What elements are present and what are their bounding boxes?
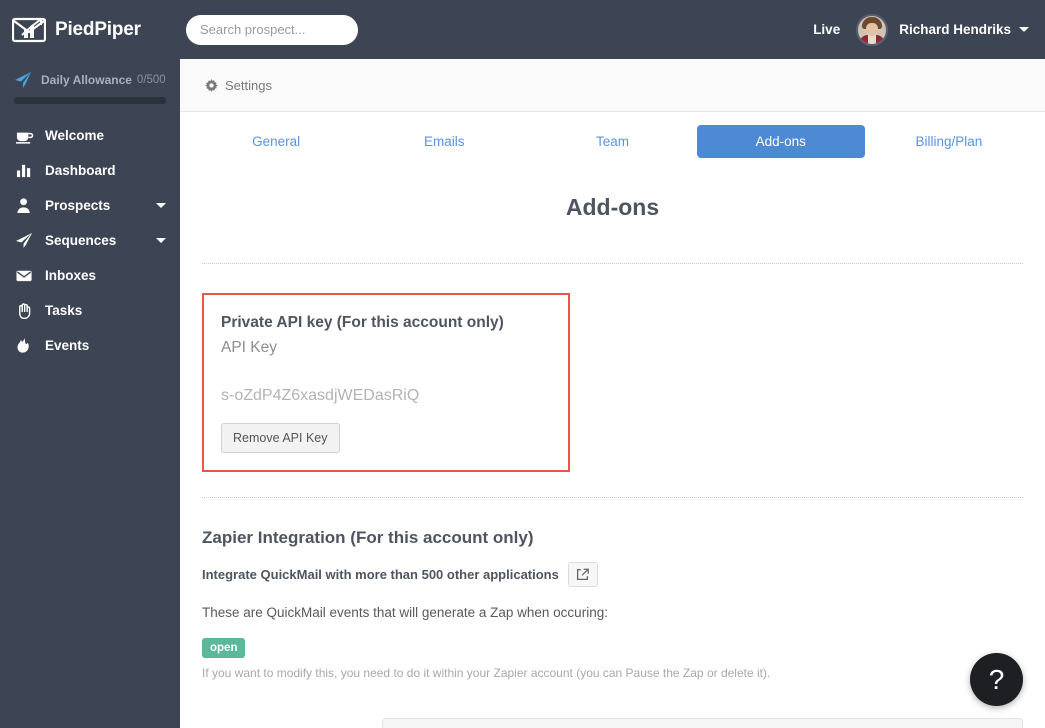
sidebar-item-label: Inboxes (45, 268, 97, 283)
avatar[interactable] (856, 13, 889, 46)
search-input[interactable] (186, 14, 358, 45)
user-name[interactable]: Richard Hendriks (899, 22, 1011, 37)
tab-billing-plan[interactable]: Billing/Plan (865, 125, 1033, 158)
remove-api-key-button[interactable]: Remove API Key (221, 423, 340, 453)
flame-icon (14, 337, 34, 355)
zapier-subtitle: Integrate QuickMail with more than 500 o… (202, 567, 559, 582)
sidebar-item-events[interactable]: Events (0, 328, 180, 363)
sidebar-item-label: Sequences (45, 233, 117, 248)
help-button[interactable]: ? (970, 653, 1023, 706)
paper-plane-icon (14, 232, 34, 250)
brand-name: PiedPiper (55, 18, 141, 40)
api-key-field-label: API Key (221, 339, 277, 356)
tab-general[interactable]: General (192, 125, 360, 158)
sidebar-item-label: Prospects (45, 198, 111, 213)
envelope-icon (14, 267, 34, 285)
daily-allowance-count: 0/500 (136, 74, 166, 86)
sidebar-item-sequences[interactable]: Sequences (0, 223, 180, 258)
sidebar-item-dashboard[interactable]: Dashboard (0, 153, 180, 188)
person-icon (14, 197, 34, 215)
private-api-key-card: Private API key (For this account only) … (202, 293, 570, 472)
breadcrumb: Settings (180, 59, 1045, 112)
zapier-note: If you want to modify this, you need to … (202, 666, 771, 680)
daily-allowance: Daily Allowance 0/500 (0, 59, 180, 89)
sidebar-item-tasks[interactable]: Tasks (0, 293, 180, 328)
envelope-chart-logo-icon (12, 17, 46, 42)
bottom-panel (382, 718, 1023, 728)
tab-team[interactable]: Team (528, 125, 696, 158)
sidebar-item-label: Events (45, 338, 90, 353)
top-bar: PiedPiper Live Richard Hendriks (0, 0, 1045, 59)
sidebar-item-label: Welcome (45, 128, 105, 143)
brand[interactable]: PiedPiper (0, 16, 180, 44)
page-title: Add-ons (565, 194, 660, 220)
avatar-face (866, 22, 879, 36)
app-root: PiedPiper Live Richard Hendriks Daily Al… (0, 0, 1045, 728)
main-content: Settings General Emails Team Add-ons Billing… (180, 59, 1045, 728)
divider-top (202, 263, 1023, 264)
chevron-down-icon[interactable] (156, 203, 166, 208)
bar-chart-icon (14, 162, 34, 180)
zapier-subtitle-row: Integrate QuickMail with more than 500 o… (202, 562, 1023, 587)
zapier-external-link-button[interactable] (567, 562, 598, 587)
api-key-card-title: Private API key (For this account only) (221, 314, 504, 331)
add-ons-sections: Private API key (For this account only) … (180, 293, 1045, 680)
chevron-down-icon[interactable] (156, 238, 166, 243)
tab-add-ons[interactable]: Add-ons (696, 125, 865, 158)
sidebar: Daily Allowance 0/500 Welcome Dashboard Pr… (0, 59, 180, 728)
breadcrumb-label[interactable]: Settings (225, 78, 272, 93)
sidebar-item-label: Dashboard (45, 163, 116, 178)
daily-allowance-label: Daily Allowance (41, 73, 132, 87)
sidebar-item-welcome[interactable]: Welcome (0, 118, 180, 153)
zapier-title: Zapier Integration (For this account onl… (202, 528, 534, 547)
api-key-value: s-oZdP4Z6xasdjWEDasRiQ (221, 387, 420, 404)
top-bar-right: Live Richard Hendriks (813, 13, 1045, 46)
avatar-shirt (868, 34, 877, 44)
external-link-icon (577, 568, 590, 581)
hand-icon (14, 302, 34, 320)
sidebar-item-label: Tasks (45, 303, 83, 318)
tab-emails[interactable]: Emails (360, 125, 528, 158)
gear-icon (205, 78, 218, 92)
sidebar-item-inboxes[interactable]: Inboxes (0, 258, 180, 293)
coffee-cup-icon (14, 127, 34, 145)
sidebar-nav: Welcome Dashboard Prospects Sequences Inboxe… (0, 118, 180, 363)
zapier-description: These are QuickMail events that will gen… (202, 605, 608, 620)
live-status-label: Live (813, 22, 841, 37)
paper-plane-icon (15, 72, 31, 88)
zapier-event-badge-open: open (202, 638, 246, 658)
sidebar-item-prospects[interactable]: Prospects (0, 188, 180, 223)
divider-middle (202, 497, 1023, 498)
caret-down-icon[interactable] (1019, 27, 1029, 32)
settings-tabs: General Emails Team Add-ons Billing/Plan (180, 112, 1045, 158)
daily-allowance-progress (14, 97, 166, 104)
